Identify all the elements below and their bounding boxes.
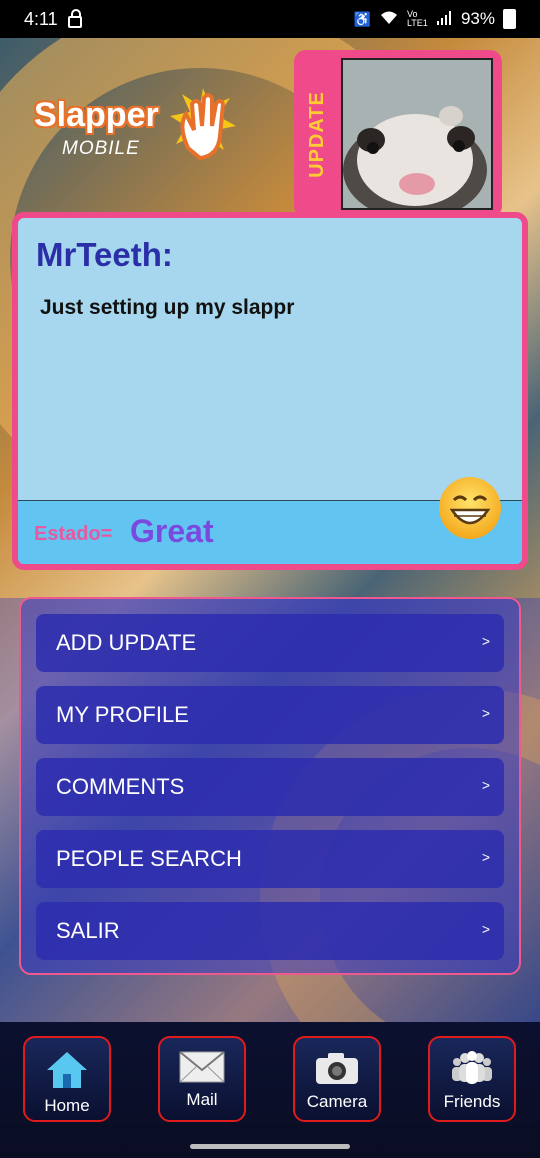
nav-label: Mail	[186, 1090, 218, 1109]
menu-item-label: PEOPLE SEARCH	[56, 846, 242, 871]
home-icon	[47, 1052, 87, 1088]
user-name: MrTeeth:	[36, 236, 173, 273]
status-message: Just setting up my slappr	[40, 296, 295, 319]
nav-camera-button[interactable]: Camera	[293, 1036, 381, 1122]
friends-icon	[452, 1051, 492, 1084]
lock-icon	[67, 9, 82, 28]
chevron-right-icon: >	[481, 921, 490, 937]
estado-label: Estado=	[34, 523, 113, 545]
nav-label: Camera	[306, 1092, 368, 1111]
battery-icon	[503, 9, 516, 29]
bottom-navigation: Home Mail Camera Friends	[0, 1022, 540, 1158]
nav-home-button[interactable]: Home	[23, 1036, 111, 1122]
app-logo: Slapper MOBILE	[34, 86, 244, 176]
battery-percentage: 93%	[460, 9, 495, 28]
menu-item-my-profile[interactable]: MY PROFILE >	[36, 686, 504, 744]
logo-subtitle: MOBILE	[62, 138, 140, 159]
estado-value: Great	[130, 513, 214, 549]
waving-hand-icon	[170, 88, 236, 161]
grinning-face-icon	[439, 477, 501, 539]
status-bar: 4:11 ♿ Vo LTE1 93%	[0, 0, 540, 38]
update-label-wrapper: UPDATE	[294, 64, 340, 204]
nav-label: Friends	[443, 1092, 501, 1111]
mail-icon	[179, 1051, 225, 1083]
menu-item-salir[interactable]: SALIR >	[36, 902, 504, 960]
signal-icon	[436, 10, 453, 28]
status-card: MrTeeth: Just setting up my slappr Estad…	[12, 212, 528, 570]
ferret-photo-illustration	[343, 60, 491, 208]
nav-friends-button[interactable]: Friends	[428, 1036, 516, 1122]
menu-item-label: SALIR	[56, 918, 120, 943]
menu-item-label: COMMENTS	[56, 774, 185, 799]
update-photo-panel[interactable]: UPDATE	[294, 50, 502, 218]
gesture-home-indicator[interactable]	[190, 1144, 350, 1149]
menu-item-people-search[interactable]: PEOPLE SEARCH >	[36, 830, 504, 888]
chevron-right-icon: >	[481, 633, 490, 649]
wifi-icon	[379, 10, 399, 29]
update-label: UPDATE	[305, 90, 328, 178]
camera-icon	[316, 1053, 358, 1084]
menu-item-label: ADD UPDATE	[56, 630, 197, 655]
chevron-right-icon: >	[481, 849, 490, 865]
chevron-right-icon: >	[481, 777, 490, 793]
menu-item-add-update[interactable]: ADD UPDATE >	[36, 614, 504, 672]
chevron-right-icon: >	[481, 705, 490, 721]
nav-label: Home	[44, 1096, 90, 1115]
menu-item-comments[interactable]: COMMENTS >	[36, 758, 504, 816]
logo-title: Slapper	[34, 96, 159, 134]
network-label: Vo LTE1	[406, 9, 428, 28]
profile-photo[interactable]	[341, 58, 493, 210]
accessibility-icon: ♿	[353, 10, 371, 27]
nav-mail-button[interactable]: Mail	[158, 1036, 246, 1122]
main-menu: ADD UPDATE > MY PROFILE > COMMENTS > PEO…	[19, 597, 521, 975]
status-time: 4:11	[24, 8, 58, 29]
menu-item-label: MY PROFILE	[56, 702, 189, 727]
